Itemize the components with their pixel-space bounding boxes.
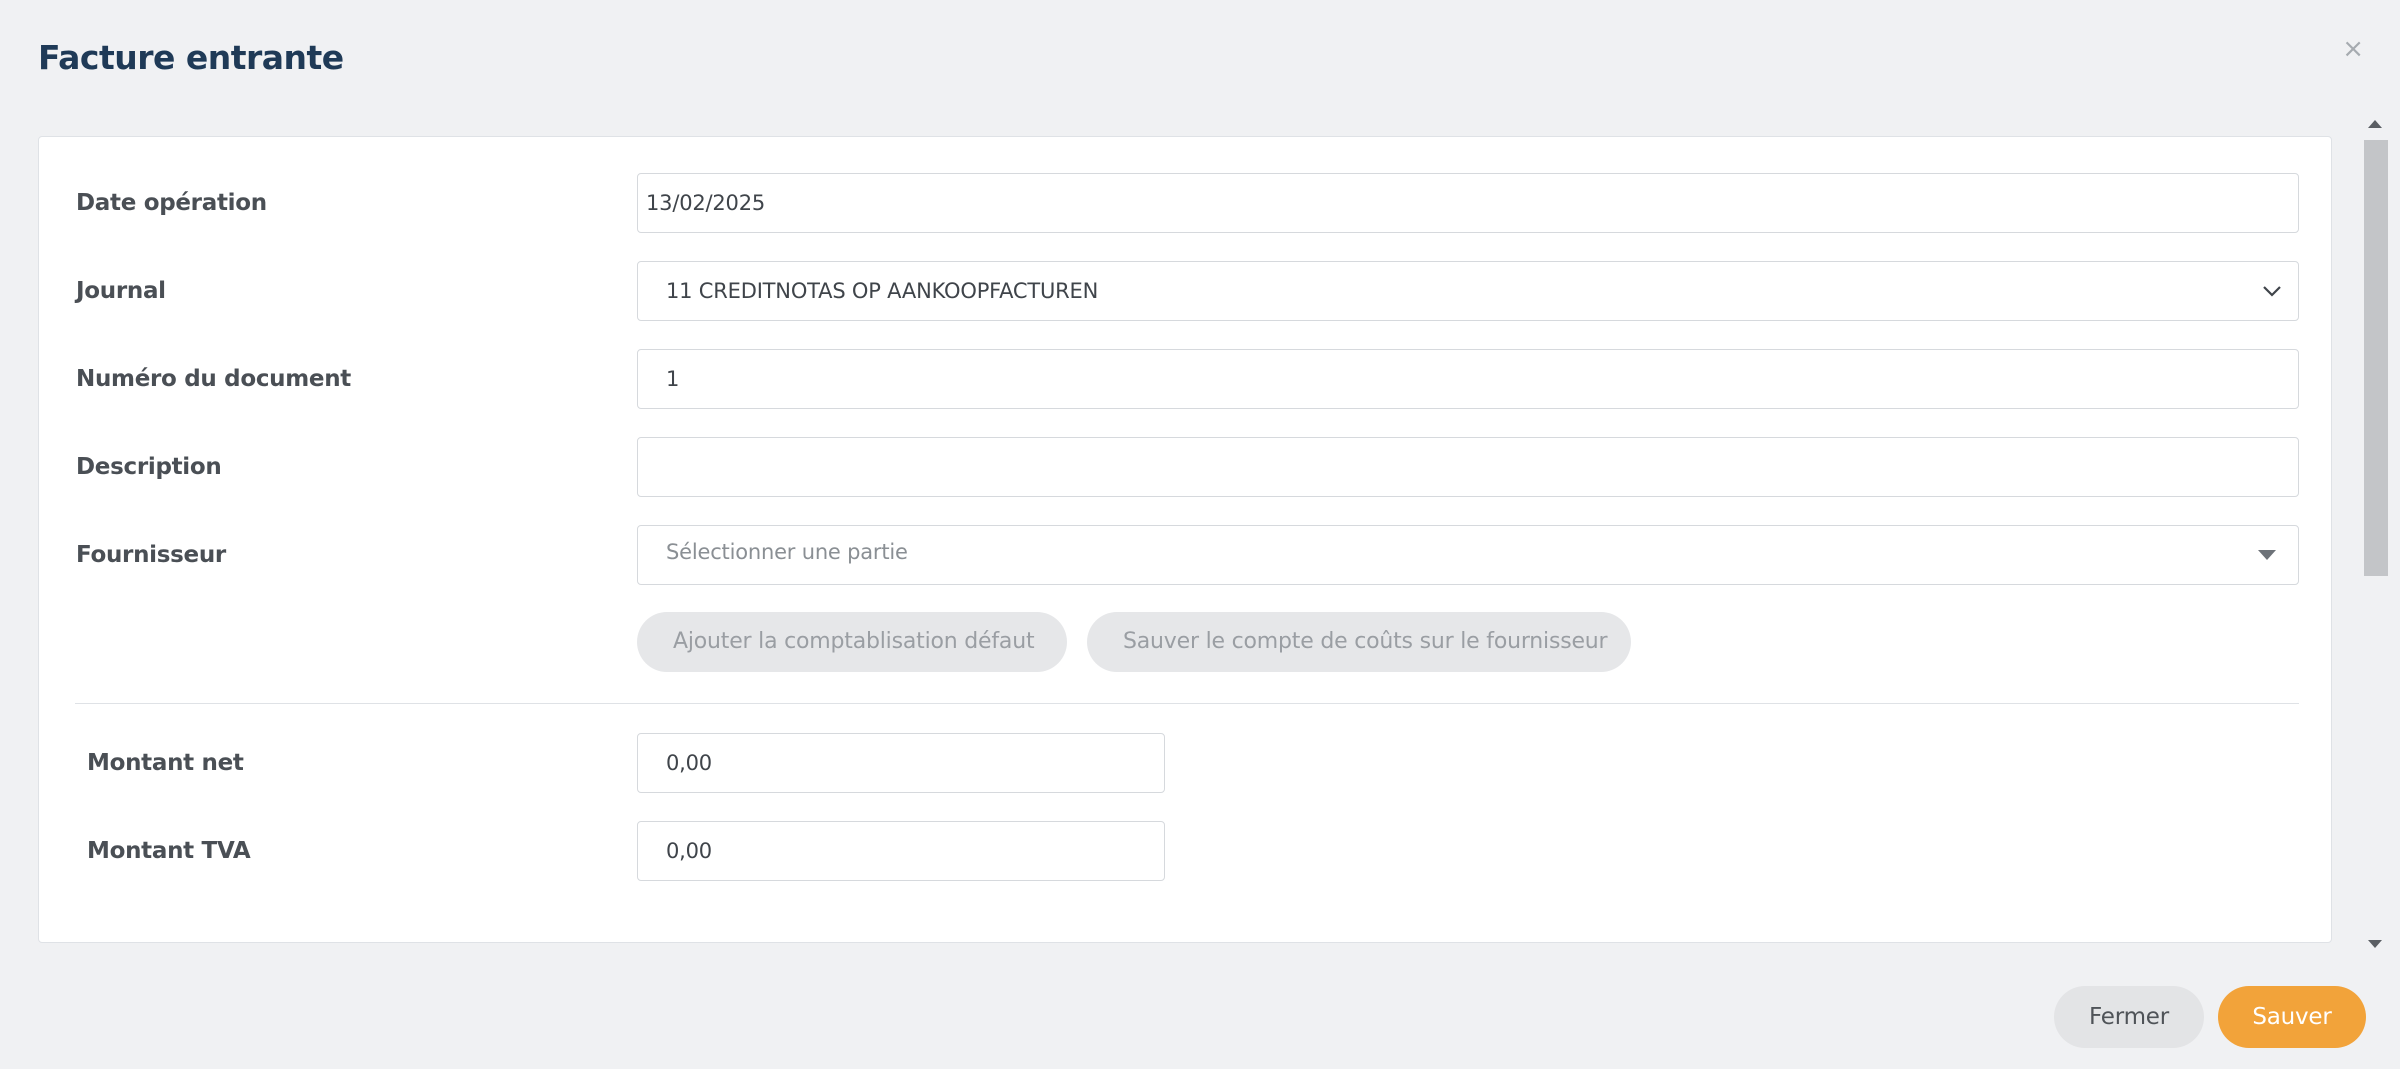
document-number-input[interactable]: 1 [637, 349, 2299, 409]
journal-select-value: 11 CREDITNOTAS OP AANKOOPFACTUREN [666, 279, 1099, 303]
description-input[interactable] [637, 437, 2299, 497]
date-label: Date opération [76, 190, 267, 216]
date-input[interactable]: 13/02/2025 [637, 173, 2299, 233]
vat-amount-label: Montant TVA [87, 838, 251, 864]
journal-label: Journal [76, 278, 166, 304]
close-icon[interactable]: × [2342, 36, 2364, 62]
close-button[interactable]: Fermer [2054, 986, 2204, 1048]
net-amount-input[interactable]: 0,00 [637, 733, 1165, 793]
invoice-form-card: Date opération 13/02/2025 Journal 11 CRE… [38, 136, 2332, 943]
description-label: Description [76, 454, 222, 480]
row-actions: Ajouter la comptablisation défaut Sauver… [39, 612, 2331, 672]
chevron-down-icon [2258, 262, 2286, 320]
row-supplier: Fournisseur Sélectionner une partie [39, 525, 2331, 585]
row-net-amount: Montant net 0,00 [39, 733, 2331, 793]
journal-select[interactable]: 11 CREDITNOTAS OP AANKOOPFACTUREN [637, 261, 2299, 321]
supplier-label: Fournisseur [76, 542, 226, 568]
supplier-select[interactable]: Sélectionner une partie [637, 525, 2299, 585]
scroll-up-arrow-icon[interactable] [2368, 120, 2382, 128]
row-journal: Journal 11 CREDITNOTAS OP AANKOOPFACTURE… [39, 261, 2331, 321]
scrollbar[interactable] [2362, 118, 2388, 950]
add-default-booking-button[interactable]: Ajouter la comptablisation défaut [637, 612, 1067, 672]
document-number-label: Numéro du document [76, 366, 351, 392]
supplier-placeholder: Sélectionner une partie [666, 540, 908, 564]
dialog-title: Facture entrante [38, 38, 344, 77]
save-button[interactable]: Sauver [2218, 986, 2366, 1048]
caret-down-icon [2258, 550, 2276, 560]
row-date: Date opération 13/02/2025 [39, 173, 2331, 233]
net-amount-label: Montant net [87, 750, 244, 776]
form-divider [75, 703, 2299, 704]
scroll-down-arrow-icon[interactable] [2368, 940, 2382, 948]
save-cost-account-button[interactable]: Sauver le compte de coûts sur le fournis… [1087, 612, 1631, 672]
scroll-thumb[interactable] [2364, 140, 2388, 576]
row-document-number: Numéro du document 1 [39, 349, 2331, 409]
row-description: Description [39, 437, 2331, 497]
vat-amount-input[interactable]: 0,00 [637, 821, 1165, 881]
row-vat-amount: Montant TVA 0,00 [39, 821, 2331, 881]
